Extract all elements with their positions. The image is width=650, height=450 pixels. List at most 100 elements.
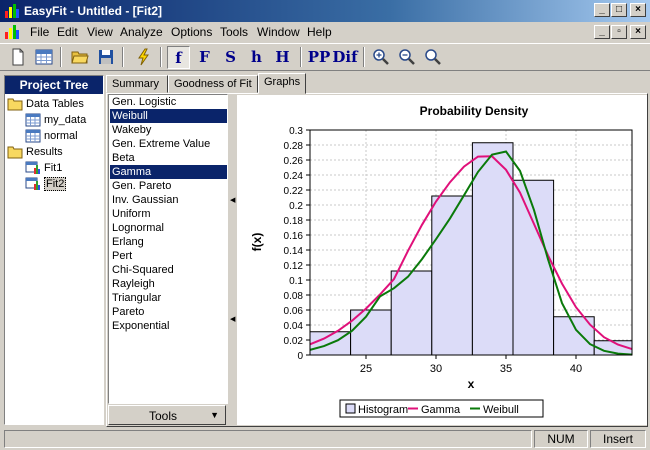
window-title: EasyFit - Untitled - [Fit2] [24,4,162,18]
menu-file[interactable]: File [30,25,49,39]
menu-bar: File Edit View Analyze Options Tools Win… [0,22,650,42]
histogram-bar [471,142,514,356]
minimize-button[interactable]: _ [594,3,610,17]
table-icon[interactable] [32,46,55,69]
zoom-in-icon[interactable] [369,46,392,69]
list-item-selected[interactable]: Weibull [110,109,227,123]
menu-help[interactable]: Help [307,25,332,39]
menu-options[interactable]: Options [171,25,212,39]
cdf-graph-button[interactable]: F [193,46,216,69]
legend-histogram-label: Histogram [358,404,408,416]
list-item[interactable]: Inv. Gaussian [110,193,227,207]
list-item[interactable]: Chi-Squared [110,263,227,277]
difference-button[interactable]: Dif [332,46,358,69]
lightning-icon[interactable] [132,46,155,69]
splitter-arrow-icon[interactable]: ◀ [230,316,235,324]
tree-node-fit2[interactable]: Fit2 [25,176,67,192]
mdi-minimize-button[interactable]: _ [594,25,610,39]
x-tick-label: 25 [360,363,372,375]
y-tick-label: 0.04 [284,321,304,332]
tree-node-my-data[interactable]: my_data [25,112,86,128]
fit-result-icon [25,177,40,191]
list-item[interactable]: Exponential [110,319,227,333]
easyfit-app-icon [5,4,19,18]
survival-graph-button[interactable]: S [219,46,242,69]
folder-icon [7,98,23,111]
tree-node-data-tables[interactable]: Data Tables [7,96,84,112]
y-tick-label: 0.12 [284,261,304,272]
tab-summary[interactable]: Summary [106,75,168,93]
document-icon[interactable] [4,24,20,40]
list-item[interactable]: Rayleigh [110,277,227,291]
list-item[interactable]: Beta [110,151,227,165]
y-tick-label: 0 [297,351,303,362]
zoom-out-icon[interactable] [395,46,418,69]
tab-graphs[interactable]: Graphs [258,73,306,94]
status-insert: Insert [590,430,646,448]
toolbar-separator [363,47,365,67]
list-item-selected[interactable]: Gamma [110,165,227,179]
y-tick-label: 0.26 [284,156,304,167]
mdi-close-button[interactable]: × [630,25,646,39]
tab-goodness-of-fit[interactable]: Goodness of Fit [168,75,258,93]
list-item[interactable]: Pareto [110,305,227,319]
title-bar: EasyFit - Untitled - [Fit2] _ □ × [0,0,650,22]
y-tick-label: 0.3 [289,126,303,137]
histogram-bar [431,195,473,356]
menu-window[interactable]: Window [257,25,300,39]
tools-dropdown-button[interactable]: Tools ▼ [108,405,226,425]
tree-node-results[interactable]: Results [7,144,63,160]
probability-density-chart[interactable]: Probability Density 0 0.02 0.04 0.06 0.08 0.1 0… [237,95,647,425]
fit-result-icon [25,161,40,175]
list-item[interactable]: Lognormal [110,221,227,235]
x-axis-label: x [468,377,475,391]
list-item[interactable]: Erlang [110,235,227,249]
list-item[interactable]: Wakeby [110,123,227,137]
close-button[interactable]: × [630,3,646,17]
status-num: NUM [534,430,588,448]
list-item[interactable]: Gen. Pareto [110,179,227,193]
panel-splitter[interactable]: ◀ ◀ [228,94,236,404]
new-icon[interactable] [6,46,29,69]
toolbar-separator [60,47,62,67]
x-tick-label: 30 [430,363,442,375]
histogram-bar [390,270,433,356]
menu-tools[interactable]: Tools [220,25,248,39]
x-tick-label: 40 [570,363,582,375]
toolbar: f F S h H PP Dif [0,43,650,71]
table-icon [25,129,41,143]
list-item[interactable]: Gen. Logistic [110,95,227,109]
save-icon[interactable] [94,46,117,69]
distribution-list[interactable]: Gen. Logistic Weibull Wakeby Gen. Extrem… [108,94,228,404]
hazard-graph-button[interactable]: h [245,46,268,69]
project-tree-title: Project Tree [5,76,103,94]
cumulative-hazard-button[interactable]: H [271,46,294,69]
y-tick-label: 0.28 [284,141,304,152]
y-tick-label: 0.22 [284,186,304,197]
zoom-reset-icon[interactable] [421,46,444,69]
maximize-button[interactable]: □ [611,3,627,17]
menu-view[interactable]: View [87,25,113,39]
mdi-restore-button[interactable]: ▫ [611,25,627,39]
open-folder-icon[interactable] [68,46,91,69]
tree-node-fit1[interactable]: Fit1 [25,160,62,176]
tree-node-normal[interactable]: normal [25,128,78,144]
list-item[interactable]: Triangular [110,291,227,305]
menu-edit[interactable]: Edit [57,25,78,39]
status-message [4,430,532,448]
project-tree-panel: Project Tree Data Tables my_data normal … [4,75,104,425]
y-tick-label: 0.02 [284,336,304,347]
toolbar-separator [160,47,162,67]
y-tick-label: 0.16 [284,231,304,242]
menu-analyze[interactable]: Analyze [120,25,163,39]
chart-area[interactable]: Probability Density 0 0.02 0.04 0.06 0.08 0.1 0… [237,95,647,425]
legend-gamma-label: Gamma [421,404,461,416]
list-item[interactable]: Pert [110,249,227,263]
splitter-arrow-icon[interactable]: ◀ [230,197,235,205]
toolbar-separator [300,47,302,67]
list-item[interactable]: Uniform [110,207,227,221]
pdf-graph-button[interactable]: f [167,46,190,69]
list-item[interactable]: Gen. Extreme Value [110,137,227,151]
y-tick-label: 0.14 [284,246,304,257]
pp-plot-button[interactable]: PP [306,46,332,69]
